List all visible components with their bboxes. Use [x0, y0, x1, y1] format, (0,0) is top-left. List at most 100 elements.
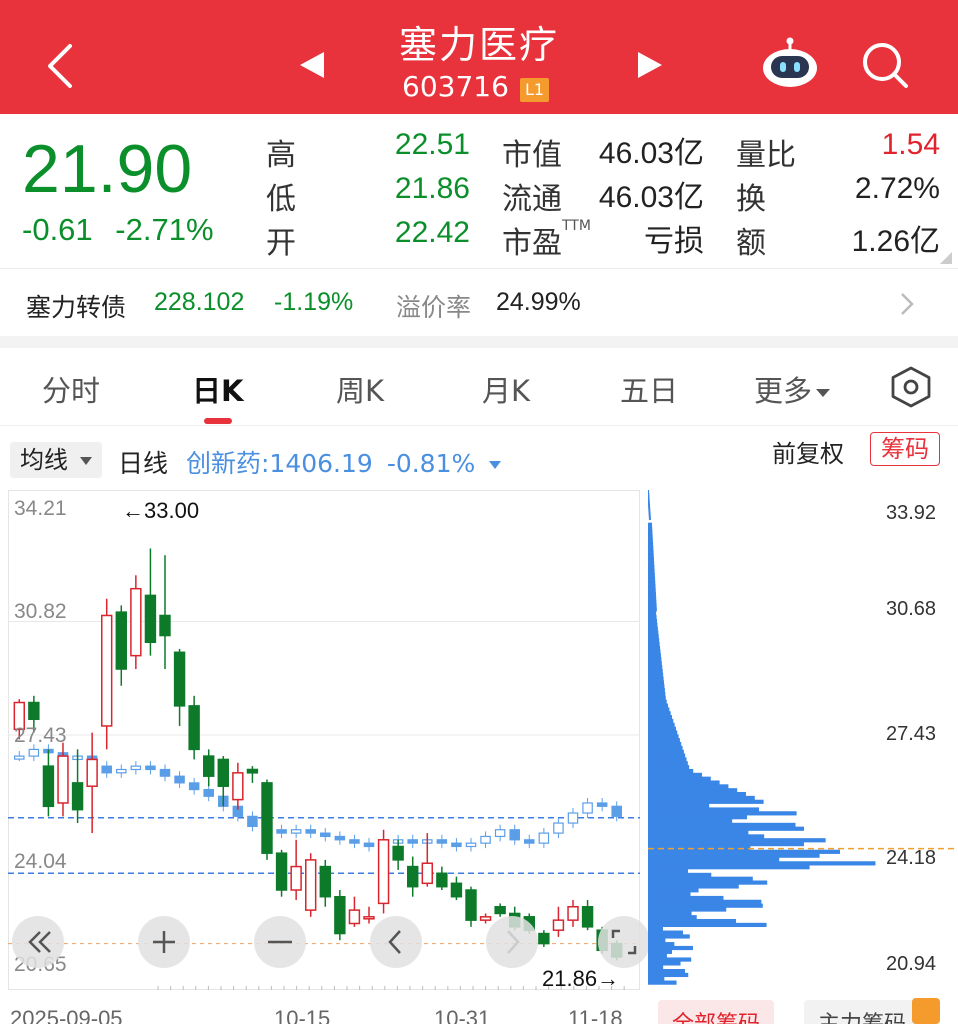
chips-button[interactable]: 筹码 [870, 432, 940, 466]
y-tick-right: 27.43 [886, 723, 937, 745]
convertible-bond-row[interactable]: 塞力转债 228.102 -1.19% 溢价率 24.99% [0, 270, 958, 336]
bond-premium-label: 溢价率 [396, 293, 472, 322]
expand-corner-icon[interactable] [940, 252, 952, 264]
sector-candle [611, 805, 622, 817]
chip-bar [648, 703, 669, 708]
chip-bar [648, 792, 746, 797]
sector-candle [290, 829, 302, 834]
chip-bar [648, 968, 686, 974]
zoom-out-button[interactable] [254, 916, 306, 968]
chip-bar [648, 665, 663, 670]
y-tick-left: 27.43 [14, 724, 67, 747]
chip-bar [648, 549, 654, 554]
tab-five-day[interactable]: 五日 [620, 368, 678, 410]
sector-candle [320, 832, 331, 838]
stat-label-mktcap: 市值 [502, 138, 562, 173]
robot-assistant-icon[interactable] [760, 36, 820, 90]
chip-bar [648, 572, 655, 577]
tab-intraday[interactable]: 分时 [42, 368, 100, 410]
chip-bar [648, 611, 657, 616]
chevron-left-icon [388, 930, 401, 954]
header-bar: 塞力医疗 603716 L1 [0, 0, 958, 114]
chip-bar [648, 926, 664, 931]
indicator-row: 均线 日线 创新药:1406.19 -0.81% 前复权 筹码 [0, 430, 958, 486]
sector-candle [363, 842, 375, 848]
tab-more[interactable]: 更多 [754, 368, 831, 410]
stat-value-high: 22.51 [394, 128, 470, 161]
candle-body [115, 611, 127, 670]
candle-body [71, 782, 84, 811]
bond-price: 228.102 [154, 288, 245, 316]
candle-body [436, 872, 448, 888]
fullscreen-button[interactable] [598, 916, 650, 968]
chip-bar [648, 949, 672, 954]
tab-monthly-k[interactable]: 月K [482, 368, 530, 410]
chip-bar [648, 915, 697, 920]
chip-bar [648, 695, 666, 701]
period-tabs: 分时 日K 周K 月K 五日 更多 [0, 348, 958, 426]
candle-body [173, 651, 186, 707]
candle-body [28, 701, 40, 721]
settings-hexagon-icon[interactable] [890, 366, 932, 408]
x-tick: 11-18 [568, 1006, 623, 1024]
next-stock-icon[interactable] [636, 50, 664, 80]
sector-overlay[interactable]: 创新药:1406.19 -0.81% [186, 444, 502, 480]
adjust-mode-label[interactable]: 前复权 [772, 434, 844, 469]
chip-bar [648, 530, 653, 535]
chip-bar [648, 953, 667, 958]
stat-label-float: 流通 [502, 182, 562, 217]
candle-body [567, 906, 579, 921]
chip-bar [648, 638, 660, 643]
chip-bar [648, 526, 653, 531]
zoom-in-button[interactable] [138, 916, 190, 968]
tab-daily-k[interactable]: 日K [192, 368, 243, 410]
caret-down-icon [816, 389, 831, 397]
chip-bar [648, 788, 738, 793]
candle-body [334, 895, 346, 935]
chip-bar [648, 899, 762, 904]
chip-bar [648, 861, 876, 866]
chip-bar [648, 615, 657, 620]
chip-bar [648, 761, 688, 766]
x-tick: 10-15 [274, 1006, 331, 1024]
x-tick: 10-31 [434, 1006, 491, 1024]
stat-label-pe: 市盈TTM [502, 218, 591, 261]
x-tick: 2025-09-05 [10, 1006, 123, 1024]
step-right-button[interactable] [486, 916, 538, 968]
tab-weekly-k[interactable]: 周K [336, 368, 384, 410]
chip-bar [648, 680, 665, 685]
chip-bar [648, 622, 658, 627]
stat-value-open: 22.42 [394, 216, 470, 249]
sector-candle [567, 812, 579, 824]
chip-bar [648, 907, 727, 912]
main-chips-button[interactable]: 主力筹码 [804, 1000, 921, 1024]
chip-bar [648, 872, 712, 878]
y-tick-right: 30.68 [886, 598, 937, 620]
chip-bar [648, 803, 710, 808]
kline-chart[interactable] [8, 490, 640, 990]
chip-bar [648, 753, 686, 758]
chip-bar [648, 599, 657, 604]
scroll-left-fast-button[interactable] [12, 916, 64, 968]
y-tick-left: 34.21 [14, 497, 67, 520]
all-chips-button[interactable]: 全部筹码 [658, 1000, 775, 1024]
candle-body [159, 614, 171, 637]
ma-selector-button[interactable]: 均线 [10, 442, 102, 478]
chip-bar [648, 938, 666, 943]
sector-candle [436, 839, 448, 844]
stat-label-open: 开 [266, 226, 296, 261]
level-badge: L1 [520, 78, 550, 102]
chip-bar [648, 584, 656, 589]
stat-value-low: 21.86 [394, 172, 470, 205]
candle-body [538, 932, 550, 945]
candle-body [450, 882, 463, 898]
step-left-button[interactable] [370, 916, 422, 968]
candle-body [392, 845, 404, 861]
sector-candle [480, 835, 491, 844]
search-icon[interactable] [860, 40, 910, 90]
chip-bar [648, 580, 656, 585]
sector-candle [407, 839, 418, 844]
chip-bar [648, 922, 767, 928]
chip-bar [648, 749, 684, 754]
candle-body [465, 889, 477, 921]
